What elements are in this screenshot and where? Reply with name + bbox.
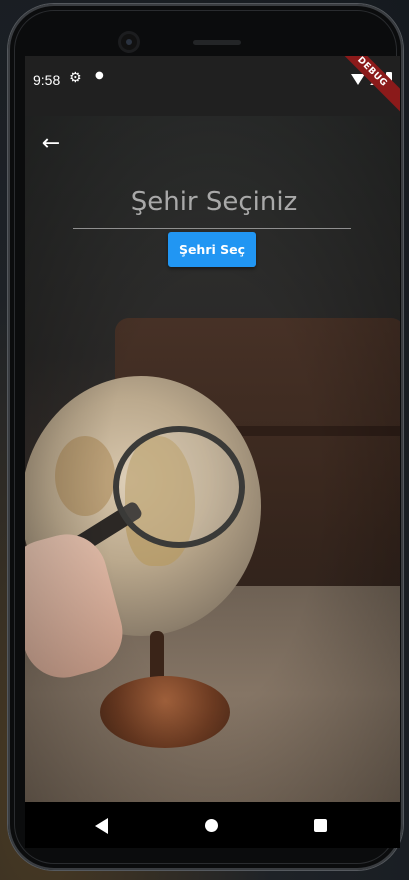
home-circle-icon[interactable] bbox=[205, 819, 218, 832]
navigation-bar bbox=[25, 802, 400, 848]
status-time: 9:58 bbox=[33, 72, 61, 88]
gear-icon: ⚙ bbox=[69, 70, 82, 86]
wifi-icon bbox=[351, 74, 365, 85]
notification-dot-icon: ● bbox=[95, 70, 104, 81]
city-input[interactable] bbox=[73, 174, 355, 230]
back-button[interactable]: ← bbox=[37, 130, 65, 158]
arrow-left-icon: ← bbox=[41, 131, 61, 156]
debug-banner: DEBUG bbox=[330, 56, 400, 114]
back-triangle-icon[interactable] bbox=[95, 818, 108, 834]
earpiece-speaker bbox=[193, 40, 241, 45]
front-camera bbox=[121, 34, 137, 50]
recents-square-icon[interactable] bbox=[314, 819, 327, 832]
city-field[interactable] bbox=[73, 174, 355, 230]
screen: 9:58 ⚙ ● DEBUG ← Şehri Seç bbox=[25, 56, 400, 802]
select-city-button[interactable]: Şehri Seç bbox=[168, 232, 256, 267]
status-bar: 9:58 ⚙ ● DEBUG bbox=[25, 56, 400, 116]
